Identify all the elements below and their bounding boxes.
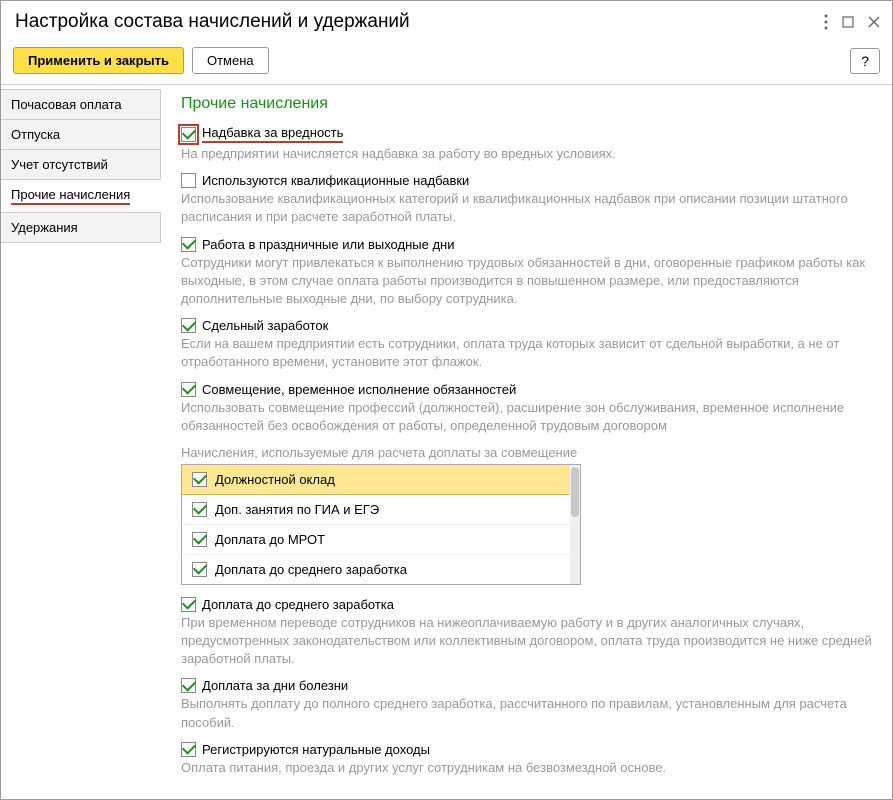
hazard-checkbox[interactable] [181,127,196,142]
scrollbar-thumb[interactable] [571,467,579,517]
list-item-label: Доплата до МРОТ [215,532,325,547]
qualification-checkbox[interactable] [181,173,196,188]
list-item-checkbox[interactable] [192,472,207,487]
sidebar-item-label: Отпуска [11,127,60,142]
piecework-checkbox[interactable] [181,318,196,333]
list-item-label: Доплата до среднего заработка [215,562,407,577]
combination-list-caption: Начисления, используемые для расчета доп… [181,445,874,460]
holidays-desc: Сотрудники могут привлекаться к выполнен… [181,254,874,309]
sidebar-item-vacations[interactable]: Отпуска [1,119,161,150]
sidebar-item-label: Почасовая оплата [11,97,122,112]
help-button[interactable]: ? [850,48,880,74]
list-item-label: Доп. занятия по ГИА и ЕГЭ [215,502,379,517]
list-item-checkbox[interactable] [192,502,207,517]
list-item[interactable]: Должностной оклад [182,465,580,495]
sidebar-item-label: Учет отсутствий [11,157,108,172]
natural-label: Регистрируются натуральные доходы [202,742,430,757]
combination-desc: Использовать совмещение профессий (должн… [181,399,874,435]
sidebar: Почасовая оплата Отпуска Учет отсутствий… [1,85,161,799]
listbox-scrollbar[interactable] [570,465,580,584]
list-item-label: Должностной оклад [215,472,335,487]
maximize-icon[interactable] [842,16,854,28]
piecework-label: Сдельный заработок [202,318,328,333]
sidebar-item-label: Удержания [11,220,78,235]
sidebar-item-absences[interactable]: Учет отсутствий [1,149,161,180]
list-item-checkbox[interactable] [192,532,207,547]
kebab-menu-icon[interactable] [824,14,828,30]
qualification-desc: Использование квалификационных категорий… [181,190,874,226]
section-heading: Прочие начисления [181,95,874,113]
hazard-label: Надбавка за вредность [202,125,343,143]
holidays-label: Работа в праздничные или выходные дни [202,237,454,252]
combination-label: Совмещение, временное исполнение обязанн… [202,382,516,397]
sick-label: Доплата за дни болезни [202,678,348,693]
natural-checkbox[interactable] [181,742,196,757]
sidebar-item-hourly[interactable]: Почасовая оплата [1,89,161,120]
close-icon[interactable] [868,16,880,28]
combination-listbox[interactable]: Должностной оклад Доп. занятия по ГИА и … [181,464,581,585]
avg-pay-label: Доплата до среднего заработка [202,597,394,612]
combination-checkbox[interactable] [181,382,196,397]
sidebar-item-deductions[interactable]: Удержания [1,212,161,243]
qualification-label: Используются квалификационные надбавки [202,173,469,188]
avg-pay-desc: При временном переводе сотрудников на ни… [181,614,874,669]
sick-desc: Выполнять доплату до полного среднего за… [181,695,874,731]
window-title: Настройка состава начислений и удержаний [15,11,410,33]
natural-desc: Оплата питания, проезда и других услуг с… [181,759,874,777]
sidebar-item-other-accruals[interactable]: Прочие начисления [1,179,161,213]
holidays-checkbox[interactable] [181,237,196,252]
avg-pay-checkbox[interactable] [181,597,196,612]
list-item[interactable]: Доплата до среднего заработка [182,555,580,584]
content-panel: Прочие начисления Надбавка за вредность … [161,85,892,799]
hazard-desc: На предприятии начисляется надбавка за р… [181,145,874,163]
piecework-desc: Если на вашем предприятии есть сотрудник… [181,335,874,371]
list-item[interactable]: Доп. занятия по ГИА и ЕГЭ [182,495,580,525]
apply-and-close-button[interactable]: Применить и закрыть [13,47,184,74]
sick-checkbox[interactable] [181,678,196,693]
cancel-button[interactable]: Отмена [192,47,269,74]
list-item-checkbox[interactable] [192,562,207,577]
sidebar-item-label: Прочие начисления [11,187,130,205]
list-item[interactable]: Доплата до МРОТ [182,525,580,555]
